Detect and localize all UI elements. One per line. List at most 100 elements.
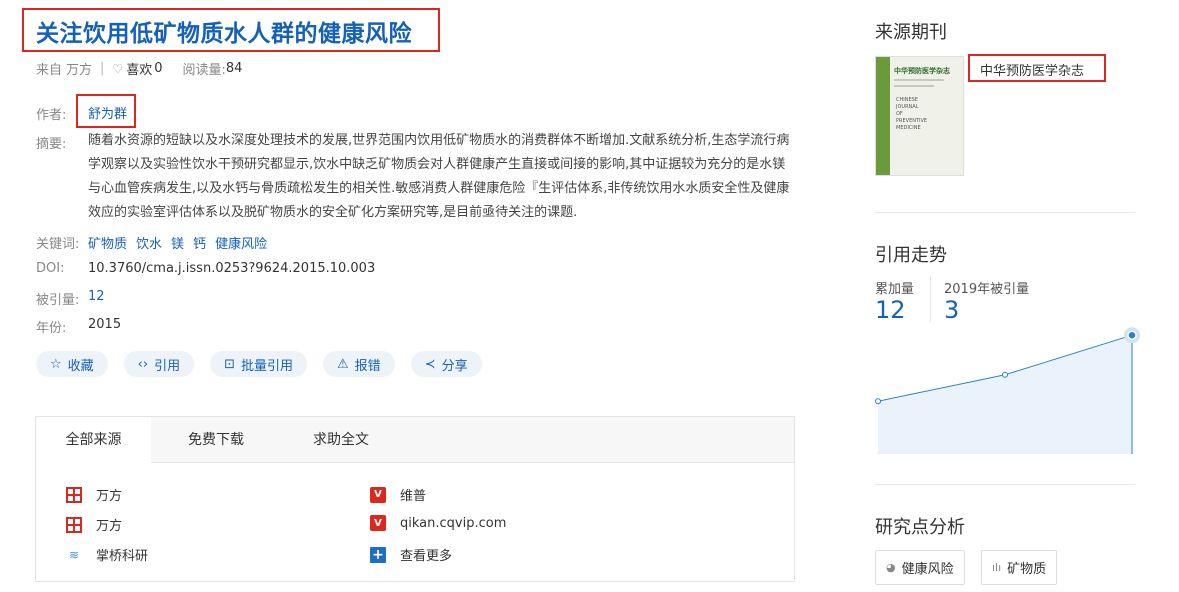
source-name: 万方 [66, 63, 93, 78]
source-label: 万方 [96, 489, 123, 504]
doi-label: DOI: [36, 261, 65, 276]
view-more-sources[interactable]: + 查看更多 [370, 545, 452, 564]
action-label: 批量引用 [241, 358, 294, 374]
like-count: 0 [154, 61, 163, 76]
action-label: 收藏 [67, 358, 94, 374]
cover-line [894, 79, 944, 81]
cover-english-line: JOURNAL [896, 104, 919, 110]
tab-all-sources[interactable]: 全部来源 [36, 417, 151, 464]
cover-english-title: CHINESE JOURNAL OF PREVENTIVE MEDICINE [896, 97, 927, 132]
keyword-link[interactable]: 饮水 [136, 237, 162, 252]
action-label: 分享 [441, 358, 468, 374]
cited-count-link[interactable]: 12 [88, 289, 105, 304]
zhangqiao-icon: ≋ [68, 547, 80, 562]
doi-value: 10.3760/cma.j.issn.0253?9624.2015.10.003 [88, 261, 376, 276]
cite-button[interactable]: ‹› 引用 [123, 351, 195, 377]
cover-english-line: MEDICINE [896, 125, 921, 131]
heart-icon[interactable]: ♡ [112, 62, 123, 76]
source-label: qikan.cqvip.com [400, 515, 507, 531]
total-cited-label: 累加量 [875, 282, 915, 297]
abstract-line: 随着水资源的短缺以及水深度处理技术的发展,世界范围内饮用低矿物质水的消费群体不断… [88, 133, 790, 148]
author-link[interactable]: 舒为群 [88, 103, 127, 122]
wanfang-icon [66, 486, 82, 503]
cited-label: 被引量: [36, 293, 80, 308]
star-icon: ☆ [50, 356, 62, 372]
read-count: 84 [225, 61, 243, 76]
research-heading: 研究点分析 [875, 517, 965, 538]
cover-english-line: OF [896, 111, 903, 117]
abstract-line: 学观察以及实验性饮水干预研究都显示,饮水中缺乏矿物质会对人群健康产生直接或间接的… [88, 157, 786, 172]
source-prefix: 来自 [36, 63, 63, 78]
source-link-zhangqiao[interactable]: ≋ 掌桥科研 [66, 545, 149, 565]
abstract-line: 与心血管疾病发生,以及水钙与骨质疏松发生的相关性.敏感消费人群健康危险『生评估体… [88, 181, 790, 196]
bar-chart-icon: ılı [992, 561, 1002, 574]
trend-area [878, 335, 1132, 454]
keywords-label: 关键词: [36, 237, 80, 252]
journal-name-link[interactable]: 中华预防医学杂志 [980, 60, 1084, 79]
wanfang-icon [66, 516, 82, 533]
action-label: 报错 [354, 358, 381, 374]
report-error-button[interactable]: ⚠ 报错 [323, 351, 395, 377]
tab-free-download[interactable]: 免费下载 [164, 417, 268, 463]
plus-icon: + [370, 546, 386, 563]
cover-title: 中华预防医学杂志 [894, 67, 950, 75]
sources-panel: 全部来源 免费下载 求助全文 万方 V 维普 万方 V qikan.cqvip.… [35, 416, 795, 582]
meta-divider: | [100, 61, 105, 76]
stat-divider [930, 276, 931, 322]
source-link-wanfang-2[interactable]: 万方 [66, 515, 122, 534]
keyword-link[interactable]: 健康风险 [215, 237, 267, 252]
abstract-line: 效应的实验室评估体系以及脱矿物质水的安全矿化方案研究等,是目前亟待关注的课题. [88, 205, 578, 220]
action-label: 引用 [154, 358, 181, 374]
cover-line [894, 85, 934, 87]
section-divider [875, 212, 1135, 213]
keyword-link[interactable]: 钙 [193, 237, 206, 252]
section-divider [875, 484, 1135, 485]
cover-english-line: CHINESE [896, 97, 918, 103]
trend-point[interactable] [1002, 371, 1008, 378]
cover-strip [876, 57, 890, 175]
year-label: 年份: [36, 321, 67, 336]
journal-heading: 来源期刊 [875, 22, 947, 43]
code-icon: ‹› [137, 356, 149, 372]
tab-request-fulltext[interactable]: 求助全文 [286, 417, 396, 463]
abstract-label: 摘要: [36, 137, 67, 152]
keyword-link[interactable]: 矿物质 [88, 237, 127, 252]
citation-trend-chart [875, 327, 1140, 454]
warning-icon: ⚠ [337, 356, 349, 372]
vip-icon: V [370, 515, 386, 531]
action-bar: ☆ 收藏 ‹› 引用 ⊡ 批量引用 ⚠ 报错 ≺ 分享 [36, 351, 482, 377]
journal-cover-image[interactable]: 中华预防医学杂志 CHINESE JOURNAL OF PREVENTIVE M… [875, 56, 964, 176]
source-label: 掌桥科研 [96, 549, 149, 564]
source-label: 查看更多 [400, 549, 453, 564]
page-title: 关注饮用低矿物质水人群的健康风险 [36, 21, 412, 47]
trend-point[interactable] [875, 398, 881, 405]
research-tag-minerals[interactable]: ılı 矿物质 [981, 550, 1058, 585]
source-link-vip[interactable]: V 维普 [370, 485, 426, 504]
batch-cite-icon: ⊡ [224, 356, 235, 372]
author-label: 作者: [36, 108, 67, 123]
source-label: 万方 [96, 519, 123, 534]
keyword-link[interactable]: 镁 [171, 237, 184, 252]
share-button[interactable]: ≺ 分享 [410, 351, 482, 377]
cover-english-line: PREVENTIVE [896, 118, 928, 124]
year-cited-label: 2019年被引量 [944, 282, 1030, 297]
vip-icon: V [370, 486, 386, 503]
pie-icon: ◕ [886, 561, 896, 574]
source-tab-bar: 全部来源 免费下载 求助全文 [36, 417, 794, 464]
favorite-button[interactable]: ☆ 收藏 [36, 351, 108, 377]
read-label: 阅读量: [182, 63, 226, 78]
batch-cite-button[interactable]: ⊡ 批量引用 [210, 351, 308, 377]
source-link-wanfang[interactable]: 万方 [66, 485, 122, 504]
source-label: 维普 [400, 489, 427, 504]
trend-point[interactable] [1127, 330, 1137, 340]
share-icon: ≺ [424, 356, 436, 372]
tag-label: 矿物质 [1007, 562, 1047, 577]
source-link-cqvip[interactable]: V qikan.cqvip.com [370, 515, 506, 531]
tag-label: 健康风险 [901, 562, 954, 577]
keywords-list: 矿物质 饮水镁钙健康风险 [88, 233, 276, 252]
article-meta: 来自 万方 | ♡ 喜欢 0 阅读量: 84 [36, 59, 242, 78]
like-label[interactable]: 喜欢 [126, 59, 152, 78]
research-tag-health-risk[interactable]: ◕ 健康风险 [875, 550, 965, 585]
year-value: 2015 [88, 317, 122, 332]
abstract-text: 随着水资源的短缺以及水深度处理技术的发展,世界范围内饮用低矿物质水的消费群体不断… [88, 129, 790, 225]
